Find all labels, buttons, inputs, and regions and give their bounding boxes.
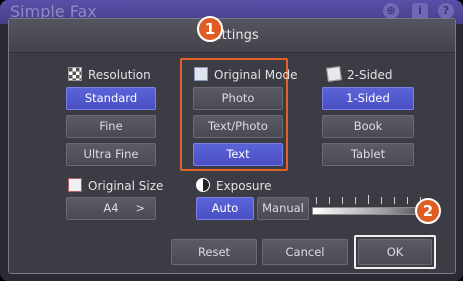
ok-highlight	[354, 235, 436, 269]
cancel-button[interactable]: Cancel	[262, 239, 348, 265]
original-size-button[interactable]: A4 >	[66, 197, 156, 220]
original-size-value: A4	[103, 201, 119, 215]
paper-size-icon	[68, 178, 82, 192]
exposure-label-text: Exposure	[216, 179, 272, 193]
resolution-label-text: Resolution	[88, 68, 151, 82]
slider-tick	[316, 197, 317, 204]
dialog-titlebar: Settings	[9, 19, 455, 53]
slider-tick	[394, 197, 395, 204]
chevron-right-icon: >	[135, 201, 145, 215]
app-window: Simple Fax ⊕ i ? Settings Resolution Sta…	[0, 0, 463, 281]
original-size-label: Original Size	[68, 178, 163, 194]
slider-tick	[407, 197, 408, 204]
slider-tick	[381, 197, 382, 204]
info-icon[interactable]: i	[412, 3, 428, 19]
checker-icon	[68, 67, 82, 81]
original-size-label-text: Original Size	[88, 179, 164, 193]
globe-icon[interactable]: ⊕	[383, 3, 399, 19]
mode-text-button[interactable]: Text	[193, 143, 283, 166]
dialog-title: Settings	[205, 28, 259, 43]
callout-badge-2: 2	[415, 198, 441, 224]
tablet-button[interactable]: Tablet	[322, 143, 414, 166]
exposure-auto-button[interactable]: Auto	[196, 197, 254, 220]
exposure-manual-button[interactable]: Manual	[257, 197, 309, 220]
mode-photo-button[interactable]: Photo	[193, 87, 283, 110]
resolution-fine-button[interactable]: Fine	[66, 115, 156, 138]
slider-tick	[329, 197, 330, 204]
two-sided-label: 2-Sided	[326, 66, 393, 83]
resolution-label: Resolution	[68, 67, 151, 83]
document-icon	[194, 67, 208, 81]
original-mode-label: Original Mode	[194, 67, 297, 83]
resolution-standard-button[interactable]: Standard	[66, 87, 156, 110]
two-sided-label-text: 2-Sided	[347, 68, 393, 82]
help-icon[interactable]: ?	[438, 3, 454, 19]
callout-badge-1: 1	[197, 16, 223, 42]
duplex-icon	[326, 66, 342, 82]
slider-tick	[355, 197, 356, 204]
original-mode-label-text: Original Mode	[214, 68, 298, 82]
slider-tick	[342, 197, 343, 204]
contrast-icon	[196, 178, 210, 192]
mode-textphoto-button[interactable]: Text/Photo	[193, 115, 283, 138]
exposure-label: Exposure	[196, 178, 272, 194]
one-sided-button[interactable]: 1-Sided	[322, 87, 414, 110]
slider-tick	[368, 195, 369, 204]
book-button[interactable]: Book	[322, 115, 414, 138]
resolution-ultrafine-button[interactable]: Ultra Fine	[66, 143, 156, 166]
reset-button[interactable]: Reset	[171, 239, 257, 265]
